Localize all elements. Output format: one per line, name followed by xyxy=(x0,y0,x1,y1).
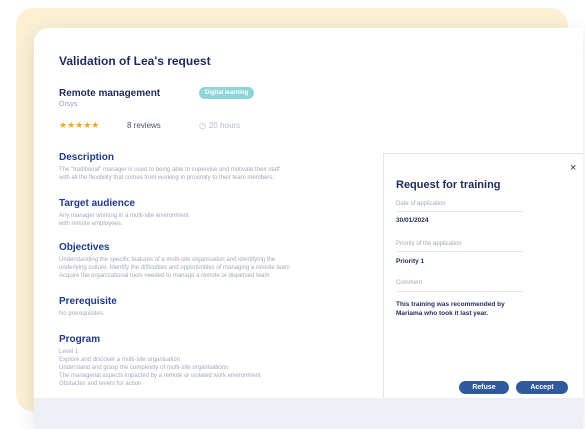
format-badge: Digital learning xyxy=(199,87,255,99)
priority-label: Priority of the application xyxy=(396,241,462,247)
course-provider: Orsys xyxy=(59,101,78,108)
text-line: with all the flexibility that comes from… xyxy=(59,175,275,181)
validation-card: Validation of Lea's request Remote manag… xyxy=(34,28,583,429)
text-line: Any manager working in a multi-site envi… xyxy=(59,213,189,219)
priority-value[interactable]: Priority 1 xyxy=(396,258,424,265)
comment-label: Comment xyxy=(396,280,423,286)
course-name: Remote management xyxy=(59,88,161,99)
text-line: No prerequisites. xyxy=(59,311,105,317)
text-line: Understand and grasp the complexity of m… xyxy=(59,365,229,371)
comment-text[interactable]: This training was recommended by Mariama… xyxy=(396,300,526,318)
text-line: Level 1 xyxy=(59,349,79,355)
footer-bar xyxy=(34,398,583,429)
duration-value: 20 hours xyxy=(208,121,241,130)
text-line: The managerial aspects impacted by a rem… xyxy=(59,373,261,379)
date-label: Date of application xyxy=(396,201,446,207)
section-text-objectives: Understanding the specific features of a… xyxy=(59,256,389,280)
request-panel: × Request for training Date of applicati… xyxy=(383,153,583,400)
reviews-count[interactable]: 8 reviews xyxy=(127,121,161,130)
text-line: with remote employees. xyxy=(59,221,123,227)
section-text-description: The "traditional" manager is used to bei… xyxy=(59,166,389,182)
text-line: underlying culture. Identify the difficu… xyxy=(59,265,290,271)
close-icon[interactable]: × xyxy=(570,162,576,174)
rating-stars-icon: ★★★★★ xyxy=(59,120,100,130)
section-heading-description: Description xyxy=(59,152,115,163)
page-title: Validation of Lea's request xyxy=(59,54,211,68)
text-line: Explore and discover a multi-site organi… xyxy=(59,357,181,363)
section-heading-target-audience: Target audience xyxy=(59,198,135,209)
divider xyxy=(396,251,523,252)
text-line: Obstacles and levers for action xyxy=(59,381,142,387)
section-text-program: Level 1 Explore and discover a multi-sit… xyxy=(59,348,389,388)
section-heading-objectives: Objectives xyxy=(59,242,110,253)
duration: ◷ 20 hours xyxy=(199,121,240,130)
divider xyxy=(396,211,523,212)
section-heading-program: Program xyxy=(59,334,101,345)
text-line: Acquire the organizational tools needed … xyxy=(59,273,270,279)
panel-title: Request for training xyxy=(396,179,501,191)
text-line: The "traditional" manager is used to bei… xyxy=(59,167,280,173)
accept-button[interactable]: Accept xyxy=(516,381,568,394)
section-heading-prerequisite: Prerequisite xyxy=(59,296,117,307)
section-text-prerequisite: No prerequisites. xyxy=(59,310,389,318)
clock-icon: ◷ xyxy=(199,121,206,130)
section-text-target-audience: Any manager working in a multi-site envi… xyxy=(59,212,389,228)
text-line: Understanding the specific features of a… xyxy=(59,257,276,263)
refuse-button[interactable]: Refuse xyxy=(459,381,509,394)
date-value: 30/01/2024 xyxy=(396,217,429,224)
divider xyxy=(396,291,523,292)
